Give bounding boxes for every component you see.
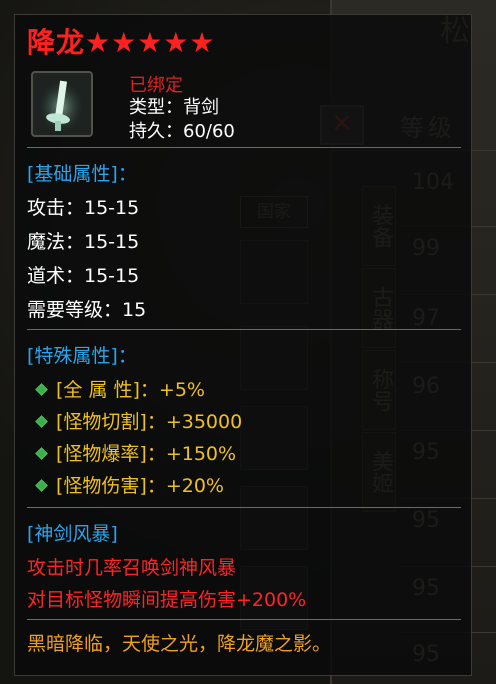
skill-header: [神剑风暴] <box>27 523 118 545</box>
special-stat: [怪物伤害]：+20% <box>35 471 224 498</box>
green-diamond-icon <box>35 479 48 492</box>
green-diamond-icon <box>35 447 48 460</box>
stat-taoism: 道术：15-15 <box>27 265 140 287</box>
sword-icon <box>31 71 93 137</box>
divider <box>27 619 461 620</box>
stat-magic: 魔法：15-15 <box>27 231 140 253</box>
special-stat-text: [怪物爆率]：+150% <box>56 443 237 465</box>
special-stat: [怪物爆率]：+150% <box>35 439 237 466</box>
special-stat-text: [怪物切割]：+35000 <box>56 411 243 433</box>
special-stat: [全 属 性]：+5% <box>35 375 205 402</box>
stat-attack: 攻击：15-15 <box>27 197 140 219</box>
item-durability: 持久：60/60 <box>129 121 235 142</box>
stat-required-level: 需要等级：15 <box>27 299 147 321</box>
special-stat-text: [怪物伤害]：+20% <box>56 475 224 497</box>
special-attributes-header: [特殊属性]： <box>27 345 137 367</box>
base-attributes-header: [基础属性]： <box>27 163 137 185</box>
skill-description: 对目标怪物瞬间提高伤害+200% <box>27 589 307 611</box>
item-name: 降龙★★★★★ <box>27 26 216 59</box>
flavor-text: 黑暗降临，天使之光，降龙魔之影。 <box>27 633 332 655</box>
green-diamond-icon <box>35 415 48 428</box>
divider <box>27 507 461 508</box>
item-tooltip: 降龙★★★★★ 已绑定 类型：背剑 持久：60/60 [基础属性]： 攻击：15… <box>14 14 472 676</box>
item-type: 类型：背剑 <box>129 97 219 118</box>
special-stat-text: [全 属 性]：+5% <box>56 379 205 401</box>
divider <box>27 329 461 330</box>
skill-description: 攻击时几率召唤剑神风暴 <box>27 557 237 579</box>
green-diamond-icon <box>35 383 48 396</box>
special-stat: [怪物切割]：+35000 <box>35 407 243 434</box>
divider <box>27 147 461 148</box>
